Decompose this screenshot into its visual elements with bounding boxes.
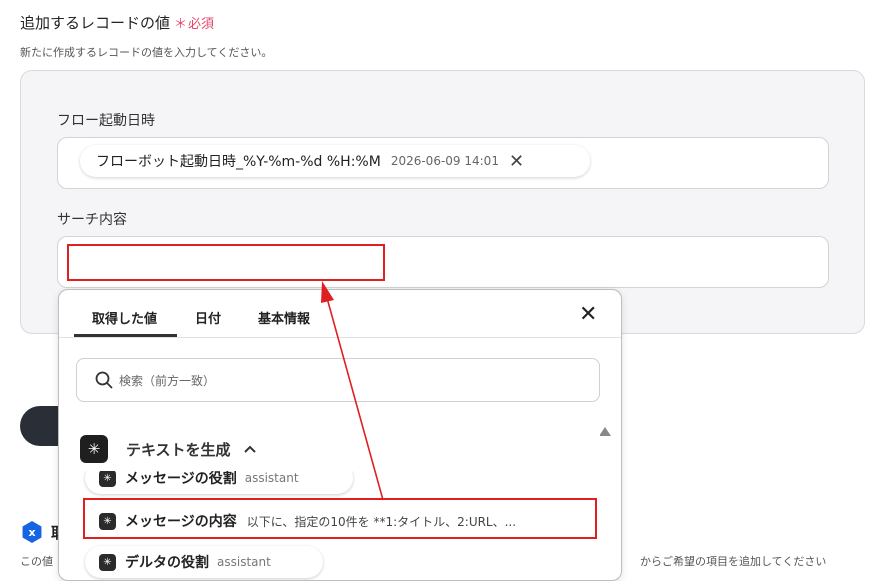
annotation-arrow <box>321 281 384 501</box>
